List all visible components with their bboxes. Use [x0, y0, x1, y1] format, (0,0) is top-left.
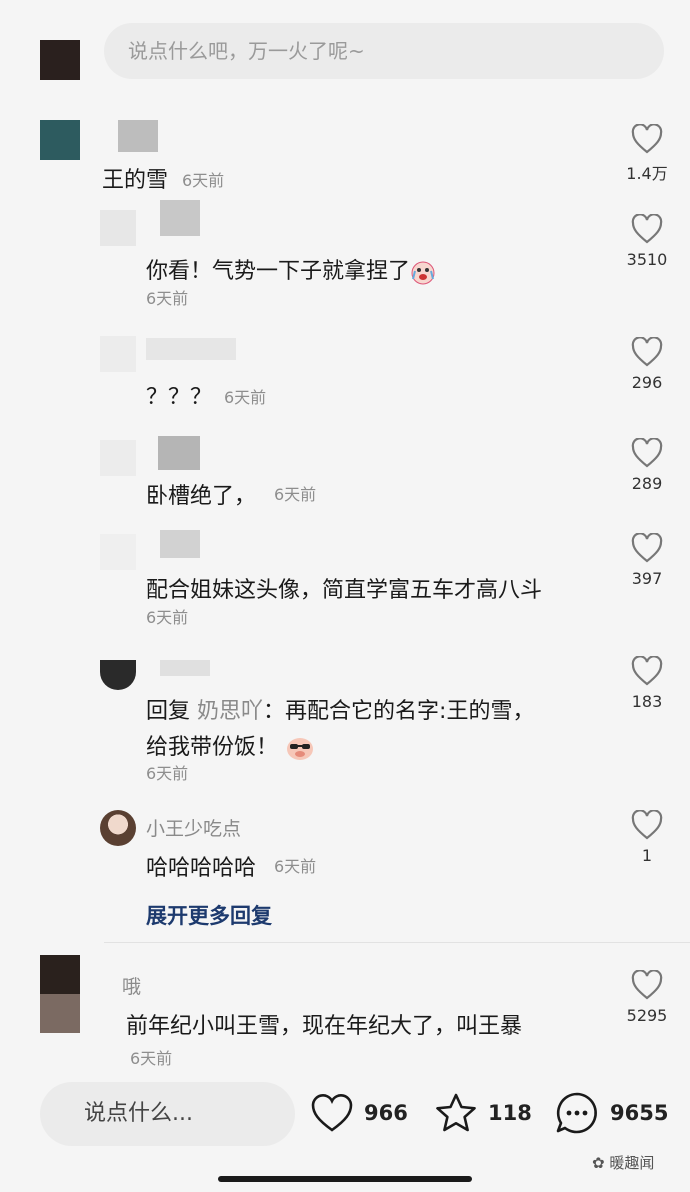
watermark: ✿ 暖趣闻 — [592, 1154, 655, 1172]
avatar-blurred[interactable] — [100, 210, 136, 246]
heart-icon — [631, 124, 663, 154]
comment-text: 你看！气势一下子就拿捏了 — [146, 253, 436, 285]
heart-icon — [631, 533, 663, 563]
like-count: 397 — [631, 569, 663, 588]
divider — [104, 942, 690, 943]
comment-time: 6天前 — [130, 1049, 173, 1068]
username-blurred — [160, 660, 210, 676]
cool-pig-emoji — [287, 738, 314, 760]
comment-bubble-icon — [556, 1092, 597, 1134]
comment-time: 6天前 — [146, 289, 189, 308]
username-blurred — [146, 338, 236, 360]
avatar-blurred[interactable] — [100, 440, 136, 476]
like-total: 966 — [364, 1101, 408, 1125]
heart-icon — [631, 438, 663, 468]
avatar-blurred[interactable] — [100, 534, 136, 570]
comment-text-line2: 给我带份饭！ — [146, 729, 315, 761]
comment-time: 6天前 — [146, 608, 189, 627]
like-action[interactable]: 966 — [310, 1090, 408, 1136]
comment-time: 6天前 — [146, 764, 189, 783]
like-button[interactable]: 5295 — [617, 970, 677, 1025]
expand-more-replies[interactable]: 展开更多回复 — [146, 900, 272, 930]
avatar-blurred[interactable] — [40, 955, 80, 1033]
like-button[interactable]: 289 — [617, 438, 677, 493]
comment-text: 卧槽绝了， — [146, 484, 257, 509]
heart-icon — [631, 970, 663, 1000]
home-indicator — [218, 1176, 472, 1182]
heart-icon — [631, 656, 663, 686]
like-button[interactable]: 397 — [617, 533, 677, 588]
like-button[interactable]: 183 — [617, 656, 677, 711]
heart-icon — [311, 1094, 353, 1132]
star-icon — [436, 1093, 476, 1132]
username-blurred — [158, 436, 200, 470]
comment-text: 前年纪小叫王雪，现在年纪大了，叫王暴 — [126, 1014, 523, 1039]
comment-input[interactable]: 说点什么吧，万一火了呢~ — [104, 23, 664, 79]
reply-to-user[interactable]: 奶思吖 — [197, 699, 263, 724]
comment-time: 6天前 — [182, 171, 225, 190]
comment-total: 9655 — [610, 1101, 669, 1125]
like-button[interactable]: 3510 — [617, 214, 677, 269]
username[interactable]: 哦 — [122, 972, 141, 999]
comment-action[interactable]: 9655 — [554, 1090, 668, 1136]
like-count: 1 — [641, 846, 653, 865]
like-count: 183 — [631, 692, 663, 711]
heart-icon — [631, 810, 663, 840]
heart-icon — [631, 337, 663, 367]
comment-text: 配合姐妹这头像，简直学富五车才高八斗 — [146, 578, 543, 603]
like-count: 3510 — [626, 250, 668, 269]
favorite-total: 118 — [488, 1101, 532, 1125]
username[interactable]: 小王少吃点 — [146, 814, 241, 841]
comment-time: 6天前 — [224, 388, 267, 407]
comment-text: 哈哈哈哈哈 — [146, 856, 257, 881]
like-button[interactable]: 1 — [617, 810, 677, 865]
avatar-blurred[interactable] — [100, 336, 136, 372]
comment-time: 6天前 — [274, 857, 317, 876]
comment-text: ？？？ — [146, 385, 213, 410]
username-blurred — [118, 120, 158, 152]
username-blurred — [160, 530, 200, 558]
comment-text: 回复 奶思吖：再配合它的名字:王的雪， — [146, 699, 535, 724]
like-count: 1.4万 — [626, 164, 668, 183]
bottom-comment-input[interactable]: 说点什么... — [40, 1082, 295, 1146]
like-button[interactable]: 296 — [617, 337, 677, 392]
avatar[interactable] — [100, 810, 136, 846]
like-count: 289 — [631, 474, 663, 493]
comment-time: 6天前 — [274, 485, 317, 504]
avatar[interactable] — [40, 120, 80, 160]
crying-face-emoji — [411, 261, 435, 285]
favorite-action[interactable]: 118 — [434, 1090, 532, 1136]
like-count: 296 — [631, 373, 663, 392]
like-button[interactable]: 1.4万 — [617, 124, 677, 184]
heart-icon — [631, 214, 663, 244]
username-blurred — [160, 200, 200, 236]
comment-text: 王的雪 — [102, 168, 169, 193]
wechat-icon: ✿ — [592, 1154, 605, 1172]
like-count: 5295 — [626, 1006, 668, 1025]
avatar-blurred — [40, 40, 80, 80]
avatar-blurred[interactable] — [100, 660, 136, 690]
